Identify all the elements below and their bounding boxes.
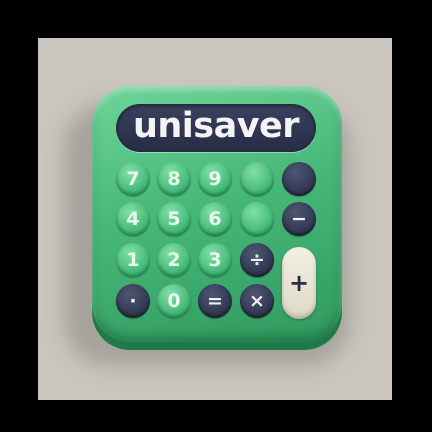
key-0[interactable]: 0 [157, 284, 191, 318]
key-2[interactable]: 2 [157, 243, 191, 277]
key-multiply[interactable]: × [240, 284, 274, 318]
key-3[interactable]: 3 [198, 243, 232, 277]
key-5[interactable]: 5 [157, 202, 191, 236]
key-equals[interactable]: = [198, 284, 232, 318]
key-9[interactable]: 9 [198, 162, 232, 196]
key-dark-top[interactable] [282, 162, 316, 196]
key-4[interactable]: 4 [116, 202, 150, 236]
logo-display: unisaver [116, 104, 316, 152]
key-1[interactable]: 1 [116, 243, 150, 277]
key-7[interactable]: 7 [116, 162, 150, 196]
key-minus[interactable]: − [282, 202, 316, 236]
key-6[interactable]: 6 [198, 202, 232, 236]
key-blank-green[interactable] [240, 162, 274, 196]
key-8[interactable]: 8 [157, 162, 191, 196]
key-divide[interactable]: ÷ [240, 243, 274, 277]
key-decimal[interactable]: · [116, 284, 150, 318]
key-blank-green-2[interactable] [240, 202, 274, 236]
key-plus[interactable]: + [282, 247, 316, 319]
logo-text: unisaver [132, 106, 300, 146]
